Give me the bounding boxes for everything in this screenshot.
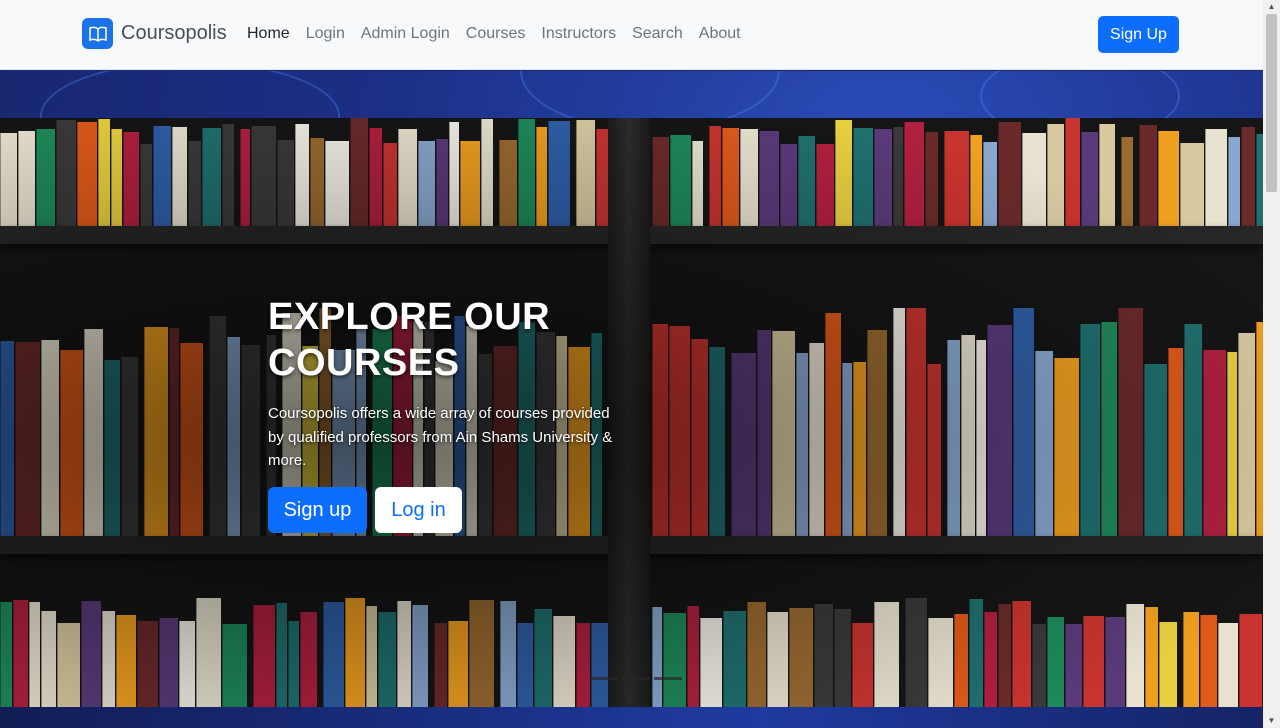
brand[interactable]: Coursopolis xyxy=(82,18,227,49)
hero-buttons: Sign up Log in xyxy=(268,487,462,533)
carousel-indicator[interactable] xyxy=(654,677,682,680)
hero-title: EXPLORE OUR COURSES xyxy=(268,296,551,384)
hero-overlay xyxy=(0,118,1263,707)
top-navbar: Coursopolis Home Login Admin Login Cours… xyxy=(0,0,1263,70)
nav-link-instructors[interactable]: Instructors xyxy=(541,25,616,43)
nav-link-courses[interactable]: Courses xyxy=(466,25,526,43)
hero-login-button[interactable]: Log in xyxy=(375,487,462,533)
scroll-down-arrow-icon[interactable]: ▼ xyxy=(1263,714,1280,728)
hero-description: Coursopolis offers a wide array of cours… xyxy=(268,405,613,469)
nav-link-login[interactable]: Login xyxy=(306,25,345,43)
book-open-icon xyxy=(82,18,113,49)
nav-link-about[interactable]: About xyxy=(699,25,741,43)
scroll-up-arrow-icon[interactable]: ▲ xyxy=(1263,0,1280,14)
scrollbar-thumb[interactable] xyxy=(1266,14,1277,192)
nav-link-search[interactable]: Search xyxy=(632,25,683,43)
carousel-indicator[interactable] xyxy=(622,677,650,680)
brand-name: Coursopolis xyxy=(121,22,227,44)
nav-links: Home Login Admin Login Courses Instructo… xyxy=(247,25,757,43)
nav-link-admin-login[interactable]: Admin Login xyxy=(361,25,450,43)
hero-content: EXPLORE OUR COURSES Coursopolis offers a… xyxy=(268,294,618,473)
banner-bottom-strip xyxy=(0,707,1263,728)
hero-bookshelf-image xyxy=(0,118,1263,707)
nav-link-home[interactable]: Home xyxy=(247,25,290,43)
hero-signup-button[interactable]: Sign up xyxy=(268,487,367,533)
carousel-indicator[interactable] xyxy=(590,677,618,680)
navbar-signup-button[interactable]: Sign Up xyxy=(1098,16,1179,53)
